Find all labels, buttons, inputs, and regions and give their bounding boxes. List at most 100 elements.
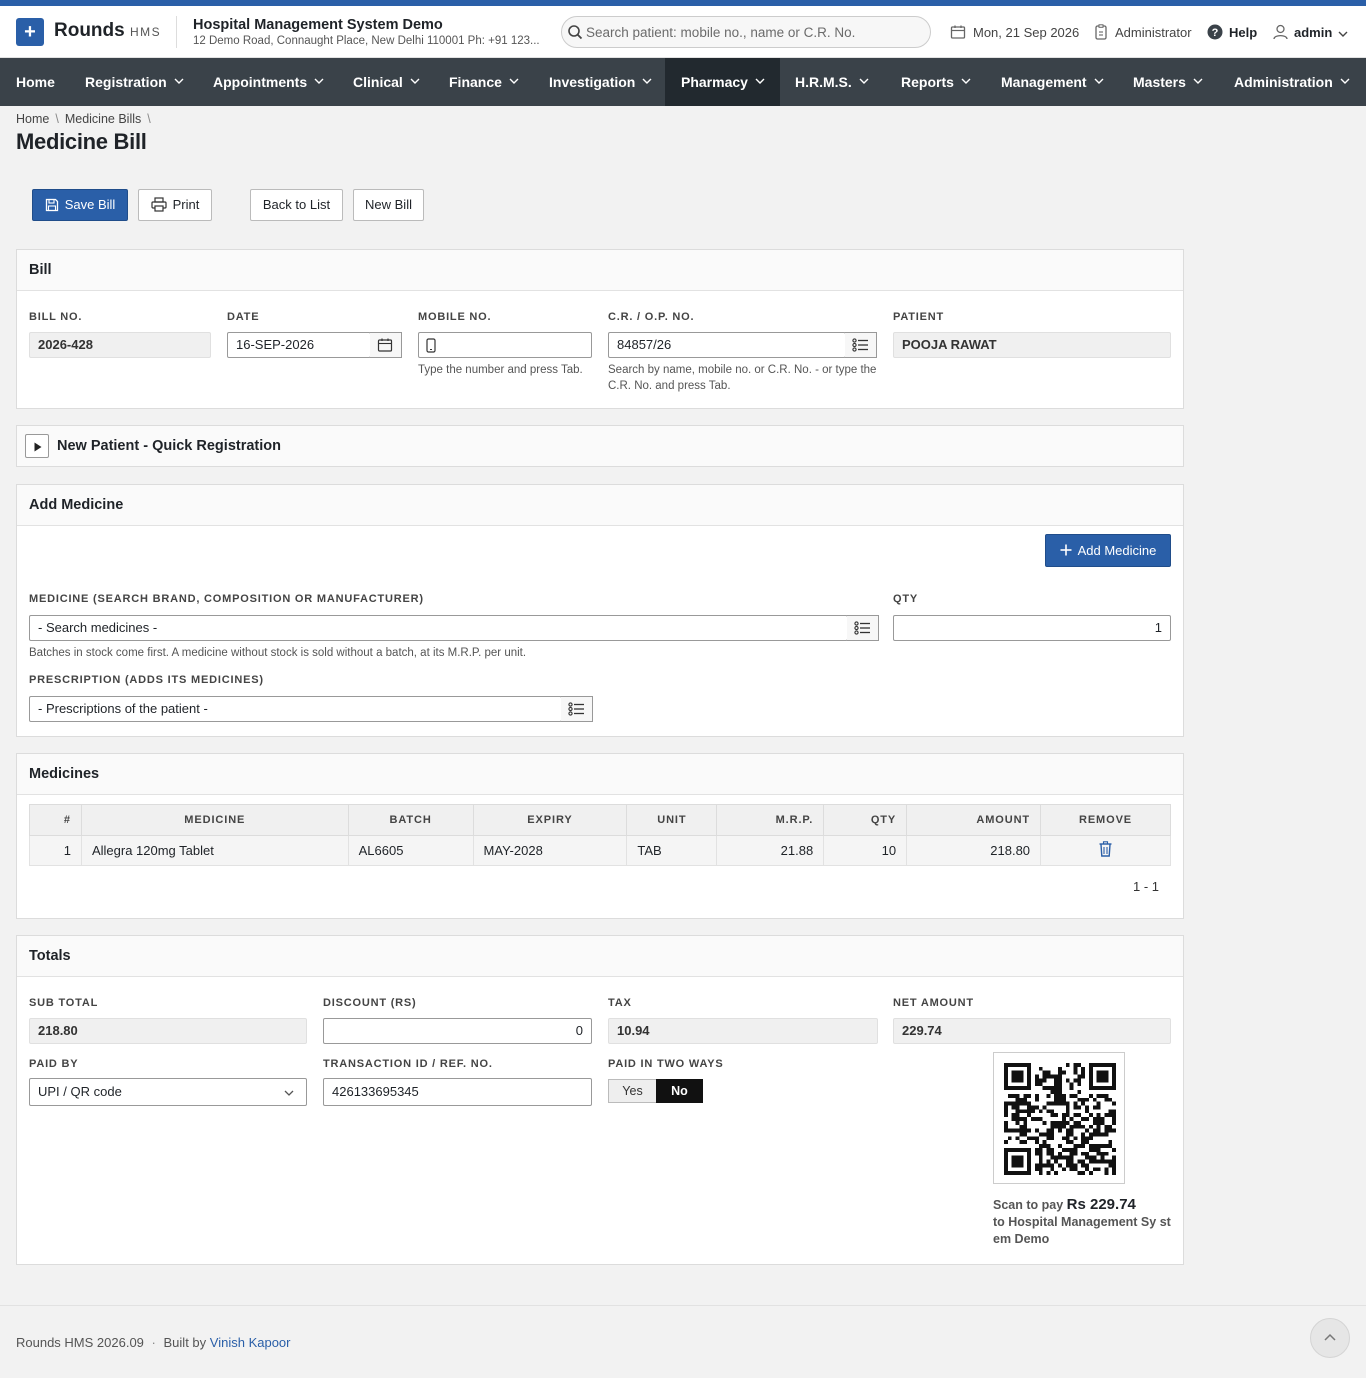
col-header[interactable]: MEDICINE (80, 804, 349, 836)
nav-label[interactable]: H.R.M.S. (795, 74, 852, 90)
medicine-lookup-button[interactable] (847, 615, 879, 641)
nav-masters[interactable]: Masters (1117, 58, 1218, 106)
save-bill-button[interactable]: Save Bill (32, 189, 128, 221)
help-link[interactable]: Help (1229, 25, 1257, 40)
date-field[interactable]: 16-SEP-2026 (227, 332, 371, 358)
col-header[interactable]: AMOUNT (906, 804, 1042, 836)
col-header[interactable]: # (29, 804, 82, 836)
breadcrumb-home[interactable]: Home (16, 112, 49, 126)
toggle-yes[interactable]: Yes (608, 1079, 656, 1103)
add-medicine-button[interactable]: Add Medicine (1045, 534, 1171, 567)
cr-field[interactable]: 84857/26 (608, 332, 846, 358)
user-name[interactable]: admin (1294, 25, 1332, 40)
mobile-icon (426, 338, 436, 353)
discount-label: Discount (Rs) (323, 997, 417, 1009)
print-label[interactable]: Print (173, 197, 200, 212)
date-picker-button[interactable] (370, 332, 402, 358)
save-bill-label[interactable]: Save Bill (65, 197, 116, 212)
brand-name[interactable]: Rounds (54, 20, 125, 42)
nav-label[interactable]: Pharmacy (681, 74, 748, 90)
add-medicine-label[interactable]: Add Medicine (1078, 543, 1157, 558)
col-header[interactable]: EXPIRY (472, 804, 628, 836)
col-header: REMOVE (1040, 804, 1171, 836)
nav-investigation[interactable]: Investigation (533, 58, 665, 106)
expand-toggle[interactable] (25, 434, 49, 458)
nav-reports[interactable]: Reports (885, 58, 985, 106)
subtotal-field: 218.80 (29, 1018, 307, 1044)
chevron-down-icon (1340, 78, 1350, 85)
footer-author-link[interactable]: Vinish Kapoor (210, 1335, 291, 1350)
calendar-icon (950, 25, 966, 39)
cell-remove (1040, 835, 1171, 866)
tax-field: 10.94 (608, 1018, 878, 1044)
medicines-panel: Medicines # MEDICINE BATCH EXPIRY UNIT M… (16, 753, 1184, 919)
nav-label[interactable]: Administration (1234, 74, 1333, 90)
nav-appointments[interactable]: Appointments (197, 58, 337, 106)
paid-by-value[interactable]: UPI / QR code (38, 1084, 122, 1099)
col-header[interactable]: UNIT (626, 804, 718, 836)
logo-icon[interactable]: + (16, 18, 44, 46)
print-button[interactable]: Print (138, 189, 212, 221)
nav-management[interactable]: Management (985, 58, 1117, 106)
footer-version: Rounds HMS 2026.09 (16, 1335, 144, 1350)
nav-administration[interactable]: Administration (1218, 58, 1366, 106)
nav-pharmacy[interactable]: Pharmacy (665, 58, 780, 106)
footer-text: Rounds HMS 2026.09 · Built by Vinish Kap… (16, 1335, 291, 1350)
quick-registration-panel[interactable]: New Patient - Quick Registration (16, 425, 1184, 467)
table-row[interactable]: 1 Allegra 120mg Tablet AL6605 MAY-2028 T… (29, 835, 1171, 866)
nav-label[interactable]: Investigation (549, 74, 635, 90)
nav-label[interactable]: Finance (449, 74, 502, 90)
toggle-no[interactable]: No (656, 1079, 703, 1103)
user-role: Administrator (1115, 25, 1192, 40)
nav-finance[interactable]: Finance (433, 58, 533, 106)
discount-field[interactable]: 0 (323, 1018, 592, 1044)
chevron-down-icon (1094, 78, 1104, 85)
breadcrumb-medicine-bills[interactable]: Medicine Bills (65, 112, 141, 126)
nav-clinical[interactable]: Clinical (337, 58, 433, 106)
prescription-field[interactable]: - Prescriptions of the patient - (29, 696, 562, 722)
new-bill-button[interactable]: New Bill (353, 189, 424, 221)
bill-no-field: 2026-428 (29, 332, 211, 358)
nav-label[interactable]: Appointments (213, 74, 307, 90)
cr-lookup-button[interactable] (845, 332, 877, 358)
two-ways-toggle[interactable]: Yes No (608, 1079, 703, 1103)
chevron-down-icon (284, 1090, 294, 1096)
chevron-down-icon (174, 78, 184, 85)
back-to-list-button[interactable]: Back to List (250, 189, 343, 221)
search-input[interactable] (586, 21, 916, 43)
col-header[interactable]: M.R.P. (716, 804, 825, 836)
user-menu[interactable]: admin (1294, 25, 1348, 40)
chevron-down-icon (859, 78, 869, 85)
col-header[interactable]: QTY (823, 804, 908, 836)
nav-registration[interactable]: Registration (69, 58, 197, 106)
paid-by-select[interactable]: UPI / QR code (29, 1078, 307, 1106)
patient-search[interactable] (561, 16, 931, 48)
chevron-down-icon (642, 78, 652, 85)
nav-label[interactable]: Management (1001, 74, 1087, 90)
nav-home[interactable]: Home (0, 58, 70, 106)
nav-label[interactable]: Reports (901, 74, 954, 90)
scan-recipient: to Hospital Management Sy stem Demo (993, 1215, 1171, 1246)
caret-right-icon (34, 442, 42, 452)
col-header[interactable]: BATCH (347, 804, 474, 836)
trash-icon[interactable] (1099, 841, 1112, 857)
nav-hrms[interactable]: H.R.M.S. (779, 58, 885, 106)
table-header-row: # MEDICINE BATCH EXPIRY UNIT M.R.P. QTY … (29, 804, 1171, 836)
payment-qr-code (993, 1052, 1125, 1184)
help-icon[interactable]: ? (1207, 24, 1223, 40)
plus-icon (1060, 544, 1072, 556)
nav-label[interactable]: Registration (85, 74, 167, 90)
mobile-field[interactable] (418, 332, 592, 358)
list-icon (854, 621, 870, 635)
quick-registration-title[interactable]: New Patient - Quick Registration (57, 438, 281, 454)
qty-field[interactable]: 1 (893, 615, 1171, 641)
nav-label[interactable]: Clinical (353, 74, 403, 90)
nav-label[interactable]: Home (16, 74, 55, 90)
medicine-search-field[interactable]: - Search medicines - (29, 615, 848, 641)
page-title: Medicine Bill (16, 129, 147, 154)
txn-field[interactable]: 426133695345 (323, 1078, 592, 1106)
nav-label[interactable]: Masters (1133, 74, 1186, 90)
back-to-top-button[interactable] (1310, 1318, 1350, 1358)
scan-to-pay: Scan to pay Rs 229.74 to Hospital Manage… (993, 1196, 1173, 1248)
prescription-lookup-button[interactable] (561, 696, 593, 722)
